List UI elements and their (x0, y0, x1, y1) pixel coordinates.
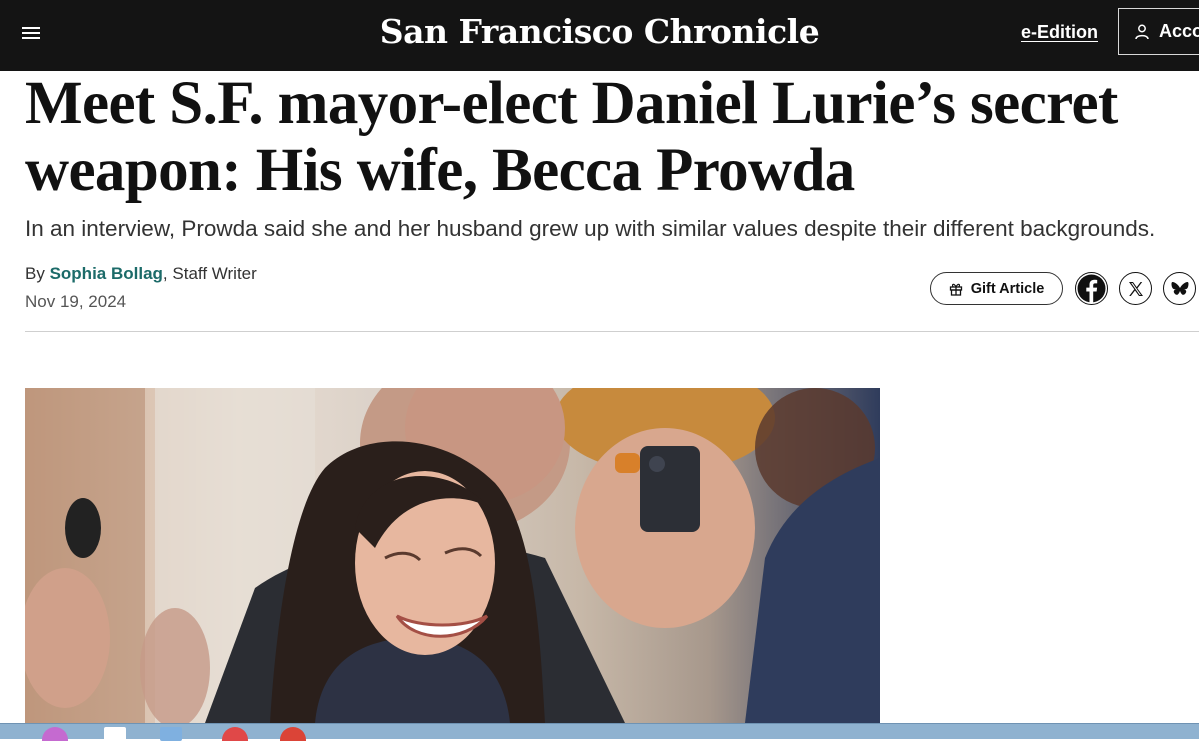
bluesky-share-button[interactable] (1163, 272, 1196, 305)
account-button[interactable]: Acco (1118, 8, 1199, 55)
facebook-share-button[interactable] (1075, 272, 1108, 305)
article-dek: In an interview, Prowda said she and her… (25, 216, 1156, 241)
folder-app-icon[interactable] (160, 727, 182, 741)
hamburger-menu-icon[interactable] (22, 24, 40, 40)
hero-photo[interactable] (25, 388, 880, 723)
account-label: Acco (1159, 21, 1199, 41)
logo-text[interactable]: San Francisco Chronicle (380, 12, 820, 51)
bluesky-icon (1171, 281, 1188, 295)
x-icon (1128, 281, 1143, 296)
byline: By Sophia Bollag, Staff Writer (25, 264, 257, 283)
x-share-button[interactable] (1119, 272, 1152, 305)
e-edition-link[interactable]: e-Edition (1021, 22, 1098, 43)
publish-date: Nov 19, 2024 (25, 292, 127, 311)
gift-icon (949, 283, 962, 296)
gift-article-label: Gift Article (970, 280, 1045, 297)
document-app-icon[interactable] (104, 727, 126, 741)
chrome-browser-icon[interactable] (280, 727, 306, 741)
article-headline: Meet S.F. mayor-elect Daniel Lurie’s sec… (25, 70, 1118, 204)
byline-prefix: By (25, 264, 45, 283)
site-header: San Francisco Chronicle e-Edition Acco (0, 0, 1199, 71)
facebook-icon (1077, 274, 1106, 303)
gift-article-button[interactable]: Gift Article (930, 272, 1063, 305)
user-icon (1135, 24, 1149, 39)
color-wheel-app-icon[interactable] (42, 727, 68, 741)
author-role: Staff Writer (172, 264, 257, 283)
site-logo: San Francisco Chronicle (0, 12, 1199, 51)
hero-photo-illustration (25, 388, 880, 723)
section-divider (25, 331, 1199, 332)
author-link[interactable]: Sophia Bollag (50, 264, 163, 283)
os-taskbar (0, 723, 1199, 741)
media-app-icon[interactable] (222, 727, 248, 741)
